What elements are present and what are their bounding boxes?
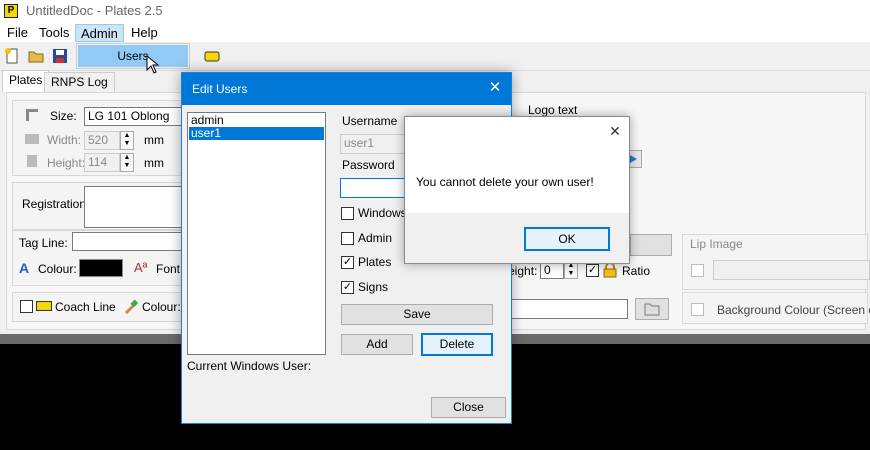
width-label: Width: — [47, 133, 82, 147]
coach-line-label: Coach Line — [55, 300, 116, 314]
paint-brush-icon — [125, 299, 139, 314]
signs-checkbox[interactable]: ✓ — [341, 281, 354, 294]
message-close-icon[interactable]: ✕ — [606, 122, 624, 140]
admin-checkbox[interactable] — [341, 232, 354, 245]
background-colour-label: Background Colour (Screen onl — [717, 303, 870, 317]
open-folder-icon[interactable] — [28, 48, 44, 64]
app-icon: P — [4, 4, 18, 18]
folder-icon — [644, 303, 660, 316]
tab-plates[interactable]: Plates — [2, 70, 50, 92]
menu-tools[interactable]: Tools — [34, 24, 74, 42]
password-label: Password — [342, 158, 395, 172]
username-input[interactable]: user1 — [340, 134, 406, 154]
height-unit: mm — [144, 156, 164, 170]
coach-line-checkbox[interactable] — [20, 300, 33, 313]
width-input[interactable]: 520 — [84, 131, 120, 150]
lock-icon — [603, 262, 617, 278]
save-button[interactable]: Save — [341, 304, 493, 325]
logo-height-label: eight: — [508, 264, 538, 278]
height-icon — [27, 155, 37, 167]
plates-label: Plates — [358, 255, 392, 269]
ok-button[interactable]: OK — [524, 227, 610, 251]
users-listbox[interactable] — [187, 112, 326, 355]
password-input[interactable] — [340, 178, 406, 198]
user-list-item-user1[interactable]: user1 — [189, 127, 324, 140]
edit-users-title: Edit Users — [182, 73, 511, 105]
message-body — [405, 117, 629, 213]
plates-checkbox[interactable]: ✓ — [341, 256, 354, 269]
height-input[interactable]: 114 — [84, 153, 120, 172]
width-icon — [25, 134, 39, 144]
size-select[interactable]: LG 101 Oblong — [84, 107, 184, 126]
coach-line-icon — [36, 301, 52, 311]
windows-label: Windows — [358, 206, 407, 220]
size-label: Size: — [50, 109, 77, 123]
width-spinner[interactable]: ▲ ▼ — [120, 131, 134, 150]
tagline-colour-swatch[interactable] — [79, 259, 123, 277]
registration-input[interactable] — [84, 186, 184, 228]
plate-icon[interactable] — [204, 48, 220, 64]
size-ruler-icon — [26, 109, 38, 121]
admin-label: Admin — [358, 231, 393, 245]
lip-image-input[interactable] — [713, 260, 870, 280]
tagline-label: Tag Line: — [19, 236, 68, 250]
signs-label: Signs — [358, 280, 389, 294]
menu-admin[interactable]: Admin — [75, 24, 124, 42]
menu-file[interactable]: File — [2, 24, 33, 42]
menu-help[interactable]: Help — [126, 24, 163, 42]
tagline-colour-label: Colour: — [38, 262, 77, 276]
font-colour-icon: A — [19, 260, 30, 276]
tab-rnps-log[interactable]: RNPS Log — [44, 72, 115, 92]
font-style-icon: Aª — [134, 260, 148, 275]
username-label: Username — [342, 114, 398, 128]
background-colour-checkbox[interactable] — [691, 303, 704, 316]
close-button[interactable]: Close — [431, 397, 506, 418]
logo-text-label: Logo text — [528, 103, 578, 117]
width-unit: mm — [144, 133, 164, 147]
coach-line-colour-label: Colour: — [142, 300, 181, 314]
current-windows-user-label: Current Windows User: — [187, 359, 312, 373]
height-label: Height: — [47, 156, 86, 170]
message-text: You cannot delete your own user! — [416, 175, 594, 189]
ratio-label: Ratio — [622, 264, 651, 278]
logo-pick-button[interactable] — [630, 234, 672, 256]
lip-image-checkbox[interactable] — [691, 264, 704, 277]
delete-user-button[interactable]: Delete — [421, 333, 493, 356]
window-title: UntitledDoc - Plates 2.5 — [26, 3, 163, 18]
mouse-cursor-icon — [146, 55, 160, 74]
add-user-button[interactable]: Add — [341, 334, 413, 355]
edit-users-close-icon[interactable]: ✕ — [486, 79, 504, 97]
new-document-icon[interactable] — [4, 48, 20, 64]
logo-file-input[interactable] — [510, 299, 628, 319]
lip-image-label: Lip Image — [690, 237, 743, 251]
dropdown-item-users[interactable]: Users — [78, 45, 188, 67]
windows-checkbox[interactable] — [341, 207, 354, 220]
save-disk-icon[interactable] — [52, 48, 68, 64]
ratio-checkbox[interactable]: ✓ — [586, 264, 599, 277]
registration-label: Registration: — [22, 197, 90, 211]
tagline-font-label: Font: — [156, 262, 184, 276]
height-spinner[interactable]: ▲ ▼ — [120, 153, 134, 172]
tagline-input[interactable] — [72, 232, 184, 251]
